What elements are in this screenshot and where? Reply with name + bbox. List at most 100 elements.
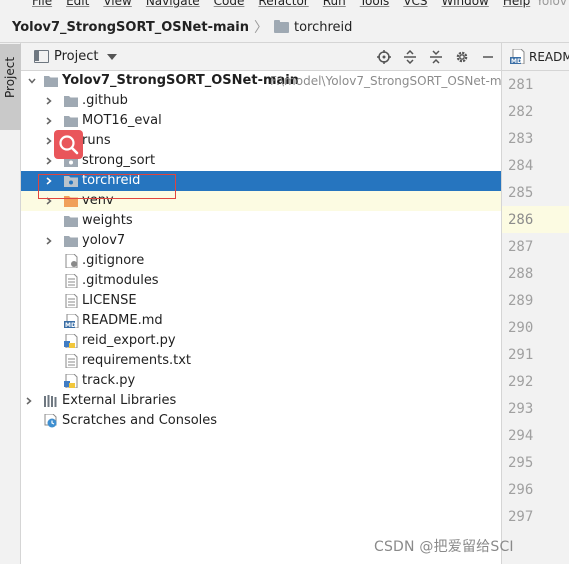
line-number: 294 [508,427,534,444]
line-number: 286 [502,206,569,233]
tree-item-readme[interactable]: MD README.md [21,311,501,331]
tree-item-label: requirements.txt [82,353,192,368]
tree-item-torchreid[interactable]: torchreid [21,171,501,191]
menu-item-window[interactable]: Window [442,0,489,8]
tree-item-scratches[interactable]: Scratches and Consoles [21,411,501,431]
menu-item-view[interactable]: View [103,0,131,8]
menu-item-tools[interactable]: Tools [360,0,390,8]
library-icon [43,394,59,408]
tree-item-label: LICENSE [82,293,137,308]
settings-button[interactable] [449,43,475,71]
chevron-right-icon[interactable] [24,396,34,406]
menu-item-help[interactable]: Help [503,0,530,8]
tree-item-label: .github [82,93,128,108]
excluded-folder-icon [63,194,79,208]
markdown-file-icon: MD [64,313,80,329]
tree-item-label: README.md [82,313,163,328]
chevron-right-icon[interactable] [44,116,54,126]
project-view-selector[interactable]: Project [34,49,118,64]
tree-item-license[interactable]: LICENSE [21,291,501,311]
menu-bar: File Edit View Navigate Code Refactor Run Tools… [0,0,569,12]
menu-item-navigate[interactable]: Navigate [146,0,200,8]
menu-item-vcs[interactable]: VCS [403,0,427,8]
search-badge[interactable] [54,130,83,159]
tree-item-requirements[interactable]: requirements.txt [21,351,501,371]
chevron-down-icon[interactable] [27,76,37,86]
tree-item-gitmodules[interactable]: .gitmodules [21,271,501,291]
line-number: 293 [508,400,534,417]
line-number: 288 [508,265,534,282]
line-number: 295 [508,454,534,471]
search-icon [59,135,79,155]
editor-tab-readme[interactable]: MD READM [502,43,569,71]
line-number: 281 [508,76,534,93]
tree-item-weights[interactable]: weights [21,211,501,231]
breadcrumb-separator: 〉 [254,20,268,36]
hide-panel-button[interactable] [475,43,501,71]
chevron-right-icon[interactable] [44,176,54,186]
folder-icon [274,19,289,33]
tree-item-runs[interactable]: runs [21,131,501,151]
gear-icon [456,51,468,63]
tree-item-label: yolov7 [82,233,126,248]
gitignore-file-icon [64,253,80,269]
tree-item-label: venv [82,193,114,208]
menu-item-edit[interactable]: Edit [66,0,89,8]
chevron-right-icon[interactable] [44,136,54,146]
window-title-fragment: Yolov [536,0,567,8]
text-file-icon [64,353,80,369]
md-badge: MD [65,322,76,328]
editor-area: MD READM 281 282 283 284 285 286 287 288 289 290 2… [501,43,569,564]
collapse-all-icon [430,50,442,64]
breadcrumb-project[interactable]: Yolov7_StrongSORT_OSNet-main [12,20,249,35]
expand-all-button[interactable] [397,43,423,71]
chevron-right-icon[interactable] [44,156,54,166]
tree-item-gitignore[interactable]: .gitignore [21,251,501,271]
tree-item-strong-sort[interactable]: strong_sort [21,151,501,171]
tree-item-track[interactable]: track.py [21,371,501,391]
chevron-right-icon[interactable] [44,196,54,206]
project-tool-tab-label: Project [3,56,17,98]
folder-icon [63,94,79,108]
locate-file-button[interactable] [371,43,397,71]
editor-tab-label: READM [529,49,569,64]
line-number: 297 [508,508,534,525]
tree-item-yolov7[interactable]: yolov7 [21,231,501,251]
tree-item-label: MOT16_eval [82,113,162,128]
folder-icon [63,234,79,248]
tree-item-label: torchreid [82,173,141,188]
tool-window-strip: Project [0,43,21,564]
tree-item-github[interactable]: .github [21,91,501,111]
tree-item-label: reid_export.py [82,333,176,348]
tree-item-label: weights [82,213,133,228]
chevron-right-icon[interactable] [44,236,54,246]
menu-item-file[interactable]: File [32,0,52,8]
navigation-bar: Yolov7_StrongSORT_OSNet-main 〉 torchreid [0,12,569,43]
tree-item-label: Scratches and Consoles [62,413,218,428]
text-file-icon [64,273,80,289]
tree-item-external-libraries[interactable]: External Libraries [21,391,501,411]
collapse-all-button[interactable] [423,43,449,71]
menu-item-run[interactable]: Run [323,0,346,8]
project-panel: Project Yolov7_StrongSORT_OSNet-main F:\… [21,43,509,564]
tree-root[interactable]: Yolov7_StrongSORT_OSNet-main F:\model\Yo… [21,71,509,91]
project-tool-tab[interactable]: Project [0,44,21,130]
tree-item-mot16-eval[interactable]: MOT16_eval [21,111,501,131]
scratches-icon [43,413,59,428]
python-file-icon [64,373,80,389]
line-number: 283 [508,130,534,147]
project-window-icon [34,50,49,63]
tree-item-reid-export[interactable]: reid_export.py [21,331,501,351]
text-file-icon [64,293,80,309]
tree-item-venv[interactable]: venv [21,191,501,211]
breadcrumb-folder[interactable]: torchreid [294,20,352,35]
tree-item-label: runs [82,133,111,148]
menu-item-refactor[interactable]: Refactor [258,0,308,8]
chevron-right-icon[interactable] [44,96,54,106]
tree-root-path: F:\model\Yolov7_StrongSORT_OSNet-ma [270,74,509,88]
project-panel-header: Project [21,43,501,71]
tree-item-label: strong_sort [82,153,156,168]
line-number: 282 [508,103,534,120]
tree-item-label: track.py [82,373,136,388]
menu-item-code[interactable]: Code [214,0,245,8]
